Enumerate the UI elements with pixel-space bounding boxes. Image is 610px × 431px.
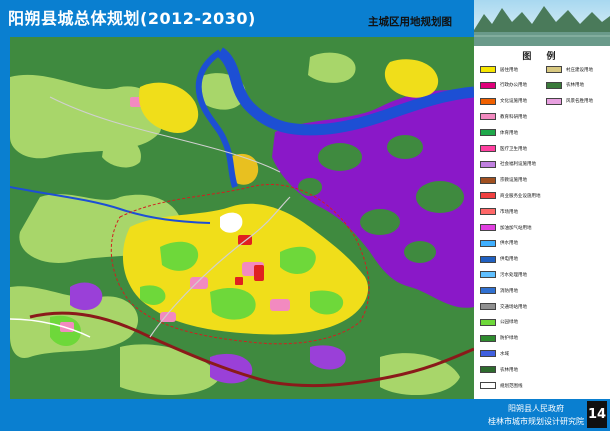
legend-item: 农林用地	[546, 81, 584, 90]
legend-item: 居住用地	[480, 65, 518, 74]
legend-item: 体育用地	[480, 128, 518, 137]
legend-label: 医疗卫生用地	[500, 146, 527, 152]
legend-label: 供电用地	[500, 257, 518, 263]
map-title: 阳朔县城总体规划(2012-2030)	[8, 9, 256, 28]
legend-label: 交通场站用地	[500, 304, 527, 310]
legend-swatch	[480, 145, 496, 152]
page-number: 14	[587, 401, 607, 428]
legend-item: 村庄建设用地	[546, 65, 593, 74]
legend-item: 污水处理用地	[480, 270, 527, 279]
legend-swatch	[546, 97, 562, 105]
legend-swatch	[480, 129, 496, 137]
legend-swatch	[480, 382, 496, 389]
legend-label: 村庄建设用地	[566, 67, 593, 73]
legend-label: 风景名胜用地	[566, 99, 593, 105]
legend-swatch	[480, 350, 496, 358]
legend-label: 规划范围线	[500, 383, 523, 389]
legend-swatch	[480, 97, 496, 105]
legend-item: 加油加气站用地	[480, 223, 532, 232]
legend-swatch	[546, 81, 562, 89]
legend-swatch	[480, 287, 496, 295]
legend-swatch	[546, 66, 562, 73]
legend-label: 商业服务业设施用地	[500, 193, 541, 199]
legend-swatch	[480, 303, 496, 310]
legend-label: 防护绿地	[500, 336, 518, 342]
legend-swatch	[480, 366, 496, 374]
legend-swatch	[480, 334, 496, 342]
legend-item: 市场用地	[480, 207, 518, 216]
legend-swatch	[480, 176, 496, 184]
land-use-map-canvas	[10, 37, 474, 399]
legend-title: 图 例	[522, 52, 562, 62]
legend-panel: 图 例 居住用地行政办公用地 文化设施用地 教育科研用地 体育用地医疗卫生用地社会福利…	[474, 46, 610, 399]
map-subtitle: 主城区用地规划图	[368, 16, 452, 28]
legend-swatch	[480, 113, 496, 121]
legend-label: 供水用地	[500, 241, 518, 247]
legend-item: 公园绿地	[480, 318, 518, 327]
legend-item: 规划范围线	[480, 381, 523, 390]
legend-label: 公园绿地	[500, 320, 518, 326]
legend-swatch	[480, 208, 496, 216]
legend-label: 加油加气站用地	[500, 225, 532, 231]
legend-label: 社会福利设施用地	[500, 162, 536, 168]
land-use-map[interactable]	[10, 37, 474, 399]
legend-swatch	[480, 81, 496, 89]
legend-swatch	[480, 224, 496, 231]
legend-label: 农林用地	[566, 83, 584, 89]
institute-name: 桂林市城市规划设计研究院	[488, 417, 584, 426]
legend-swatch	[480, 66, 496, 73]
legend-label: 宗教设施用地	[500, 178, 527, 184]
legend-label: 教育科研用地	[500, 114, 527, 120]
legend-swatch	[480, 318, 496, 326]
legend-swatch	[480, 160, 496, 168]
legend-label: 居住用地	[500, 67, 518, 73]
legend-item: 社会福利设施用地	[480, 160, 536, 169]
government-name: 阳朔县人民政府	[508, 404, 564, 413]
legend-label: 文化设施用地	[500, 99, 527, 105]
legend-label: 体育用地	[500, 130, 518, 136]
legend-item: 防护绿地	[480, 334, 518, 343]
legend-item: 风景名胜用地	[546, 97, 593, 106]
legend-label: 污水处理用地	[500, 272, 527, 278]
legend-label: 消防用地	[500, 288, 518, 294]
legend-item: 教育科研用地	[480, 112, 527, 121]
landscape-photo	[474, 0, 610, 46]
legend-label: 市场用地	[500, 209, 518, 215]
legend-item: 水域	[480, 349, 509, 358]
title-bar: 阳朔县城总体规划(2012-2030) 主城区用地规划图	[0, 0, 474, 37]
legend-item: 消防用地	[480, 286, 518, 295]
legend-swatch	[480, 192, 496, 200]
legend-label: 水域	[500, 351, 509, 357]
legend-item: 农林用地	[480, 365, 518, 374]
legend-swatch	[480, 255, 496, 263]
legend-swatch	[480, 239, 496, 247]
legend-label: 农林用地	[500, 367, 518, 373]
legend-item: 供电用地	[480, 255, 518, 264]
legend-item: 商业服务业设施用地	[480, 191, 541, 200]
legend-item: 宗教设施用地	[480, 176, 527, 185]
legend-item: 文化设施用地	[480, 97, 527, 106]
legend-item: 行政办公用地	[480, 81, 527, 90]
landscape-photo-art	[474, 0, 610, 46]
legend-item: 供水用地	[480, 239, 518, 248]
legend-label: 行政办公用地	[500, 83, 527, 89]
legend-swatch	[480, 271, 496, 279]
legend-item: 医疗卫生用地	[480, 144, 527, 153]
legend-item: 交通场站用地	[480, 302, 527, 311]
